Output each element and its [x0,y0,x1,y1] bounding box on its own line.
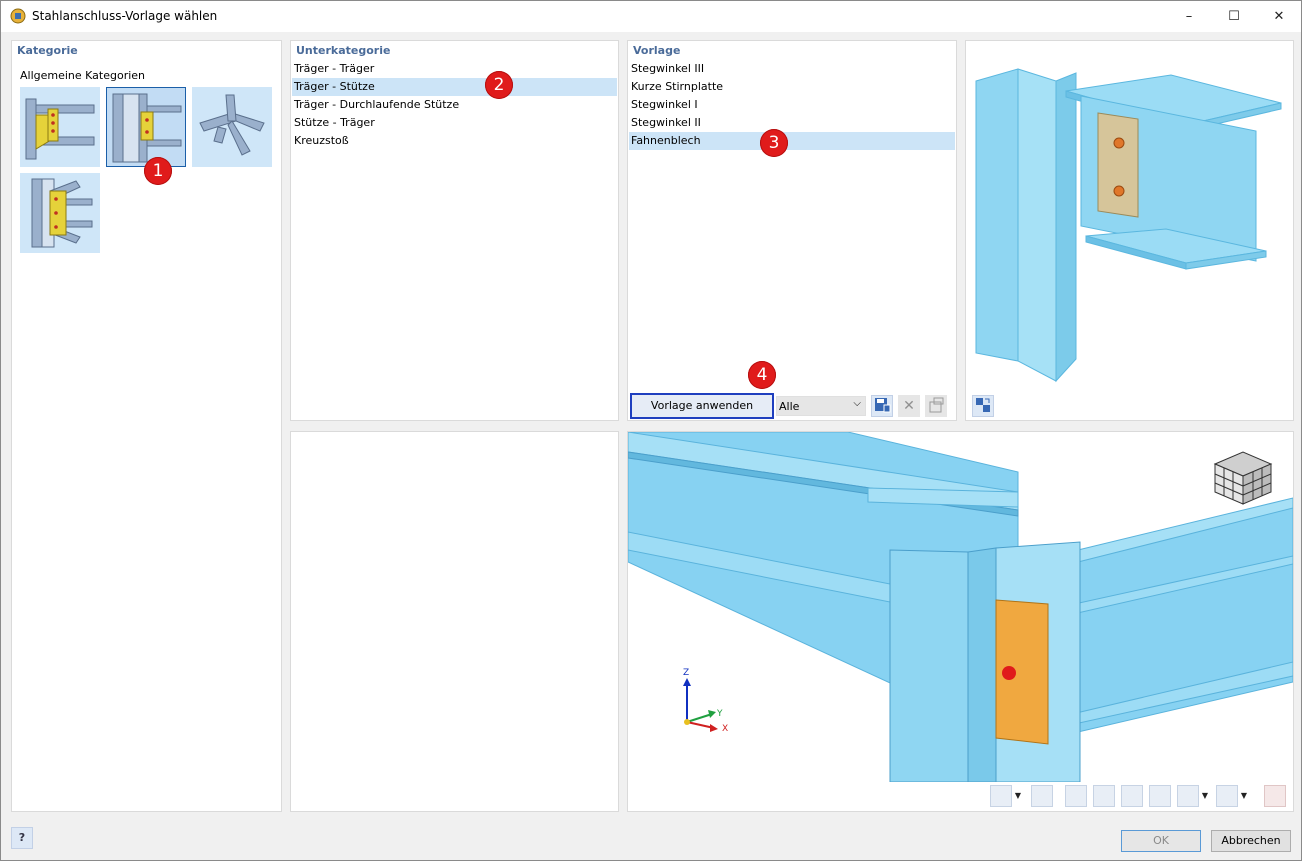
save-icon [875,398,891,413]
beam-beam-connection-icon [25,98,95,160]
bracing-connection-icon [31,178,93,248]
view-minus-z-icon[interactable] [1149,785,1171,807]
template-item[interactable]: Stegwinkel II [629,114,955,132]
category-thumb-bracing[interactable] [20,173,100,253]
chevron-down-icon[interactable]: ▼ [1013,785,1023,807]
category-header: Kategorie [17,44,78,57]
truss-node-icon [199,94,265,156]
dialog-window: Stahlanschluss-Vorlage wählen – ☐ ✕ Kate… [0,0,1302,861]
export-template-icon[interactable] [925,395,947,417]
subcategory-item[interactable]: Stütze - Träger [292,114,617,132]
template-item[interactable]: Stegwinkel I [629,96,955,114]
chevron-down-icon: ⌵ [853,398,861,409]
callout-badge-4: 4 [748,361,776,389]
template-item[interactable]: Kurze Stirnplatte [629,78,955,96]
visibility-icon[interactable] [1031,785,1053,807]
template-preview-image [975,68,1282,383]
category-thumb-truss-node[interactable] [192,87,272,167]
category-thumb-beam-column[interactable] [106,87,186,167]
axis-y-label: Y [717,709,723,719]
template-item[interactable]: Stegwinkel III [629,60,955,78]
category-group-label: Allgemeine Kategorien [20,69,146,82]
sync-icon [976,398,990,412]
delete-template-icon[interactable]: ✕ [898,395,920,417]
subcategory-item[interactable]: Träger - Träger [292,60,617,78]
export-icon [929,397,944,413]
window-title: Stahlanschluss-Vorlage wählen [32,9,218,23]
save-template-icon[interactable] [871,395,893,417]
maximize-button[interactable]: ☐ [1211,1,1257,32]
view-cube-icon[interactable] [1213,446,1275,508]
refresh-preview-icon[interactable] [972,395,994,417]
ok-button[interactable]: OK [1121,830,1201,852]
cancel-button[interactable]: Abbrechen [1211,830,1291,852]
category-thumb-beam-beam[interactable] [20,87,100,167]
template-preview-panel [965,40,1294,421]
callout-badge-2: 2 [485,71,513,99]
subcategory-item[interactable]: Träger - Durchlaufende Stütze [292,96,617,114]
callout-badge-1: 1 [144,157,172,185]
chevron-down-icon[interactable]: ▼ [1200,785,1210,807]
minimize-button[interactable]: – [1166,1,1212,32]
coordinate-system-icon[interactable] [990,785,1012,807]
reset-view-icon[interactable] [1264,785,1286,807]
template-header: Vorlage [633,44,681,57]
apply-template-button[interactable]: Vorlage anwenden [630,393,774,419]
filter-select[interactable]: Alle ⌵ [776,396,866,416]
transparency-icon[interactable] [1216,785,1238,807]
subcategory-item[interactable]: Kreuzstoß [292,132,617,150]
subcategory-panel: Unterkategorie Träger - Träger Träger - … [290,40,619,421]
app-icon [10,8,26,24]
title-bar: Stahlanschluss-Vorlage wählen – ☐ ✕ [1,1,1301,32]
axis-z-label: Z [683,668,690,678]
close-button[interactable]: ✕ [1256,1,1301,32]
view-y-icon[interactable] [1093,785,1115,807]
render-mode-icon[interactable] [1177,785,1199,807]
filter-select-value: Alle [779,400,800,413]
description-panel [290,431,619,812]
beam-column-connection-icon [112,93,182,163]
template-panel: Vorlage Stegwinkel III Kurze Stirnplatte… [627,40,957,421]
callout-badge-3: 3 [760,129,788,157]
subcategory-item-selected[interactable]: Träger - Stütze [292,78,617,96]
help-icon[interactable]: ? [11,827,33,849]
subcategory-header: Unterkategorie [296,44,391,57]
view-toolbar: ▼ ▼ ▼ [628,782,1293,811]
3d-view-panel: Z Y X ▼ ▼ ▼ [627,431,1294,812]
axis-x-label: X [722,724,729,734]
template-item-selected[interactable]: Fahnenblech [629,132,955,150]
category-panel: Kategorie Allgemeine Kategorien 1 [11,40,282,812]
view-minus-x-icon[interactable] [1065,785,1087,807]
chevron-down-icon[interactable]: ▼ [1239,785,1249,807]
view-z-icon[interactable] [1121,785,1143,807]
